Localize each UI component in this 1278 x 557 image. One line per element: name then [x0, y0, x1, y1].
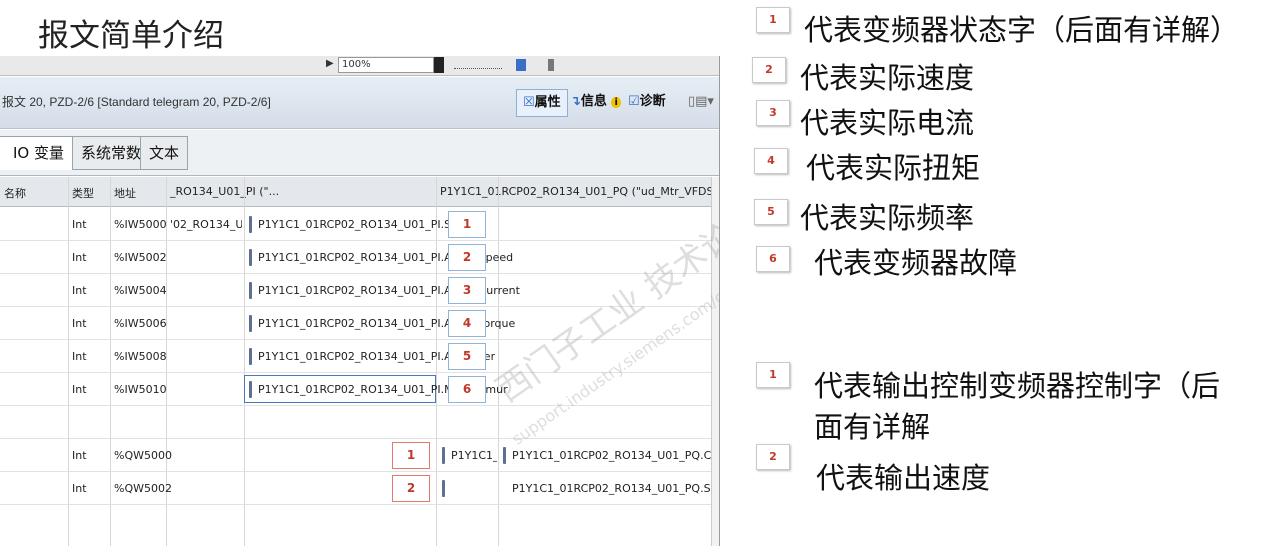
- marker-badge: 6: [448, 376, 486, 403]
- legend-text: 代表输出速度: [816, 461, 991, 495]
- legend-badge: 2: [756, 444, 790, 470]
- scroll-icon[interactable]: [548, 59, 554, 71]
- properties-icon: ☒: [523, 95, 535, 110]
- inspector-titlebar: 报文 20, PZD-2/6 [Standard telegram 20, PZ…: [0, 77, 719, 129]
- cell-type: Int: [72, 317, 87, 330]
- cell-tag: P1Y1C1_01RCP02_RO134_U01_PQ.CW1: [512, 449, 720, 462]
- cell-address: %QW5002: [114, 482, 172, 495]
- tab-diagnostics[interactable]: ☑诊断: [628, 89, 666, 117]
- fit-view-icon[interactable]: [516, 59, 526, 71]
- col-header-name[interactable]: 名称: [4, 185, 26, 201]
- tab-diagnostics-label: 诊断: [639, 94, 666, 109]
- legend-badge: 6: [756, 246, 790, 272]
- tag-bar-icon: [442, 447, 445, 464]
- tag-bar-icon: [249, 216, 252, 233]
- tag-bar-icon: [249, 315, 252, 332]
- cell-type: Int: [72, 251, 87, 264]
- table-row[interactable]: Int %QW5002 2 P1Y1C1_01RCP02_RO134_U01_P…: [0, 472, 719, 505]
- tia-portal-screenshot: ▶ 100% 报文 20, PZD-2/6 [Standard telegram…: [0, 56, 720, 546]
- legend-text: 代表变频器故障: [814, 246, 1018, 280]
- legend-text: 代表实际电流: [800, 106, 975, 140]
- tag-bar-icon: [249, 381, 252, 398]
- legend-text: 代表实际速度: [800, 61, 975, 95]
- legend-text: 代表变频器状态字（后面有详解）: [804, 13, 1240, 47]
- cell-type: Int: [72, 218, 87, 231]
- col-header-type[interactable]: 类型: [72, 185, 94, 201]
- legend-badge: 5: [754, 199, 788, 225]
- tag-bar-icon: [249, 249, 252, 266]
- table-row[interactable]: Int %IW5002 P1Y1C1_01RCP02_RO134_U01_PI.…: [0, 241, 714, 274]
- tab-properties-label: 属性: [534, 95, 561, 110]
- marker-badge: 2: [448, 244, 486, 271]
- tab-system-constants[interactable]: 系统常数: [72, 136, 151, 170]
- col-header-pq[interactable]: P1Y1C1_01RCP02_RO134_U01_PQ ("ud_Mtr_VFD…: [440, 185, 712, 198]
- zoom-slider[interactable]: [454, 61, 502, 69]
- cell-type: Int: [72, 482, 87, 495]
- legend-badge: 3: [756, 100, 790, 126]
- cell-address: %IW5010: [114, 383, 167, 396]
- zoom-dropdown-icon[interactable]: [434, 57, 444, 73]
- cell-address: %IW5000: [114, 218, 167, 231]
- legend-text: 代表实际频率: [800, 201, 975, 235]
- telegram-title: 报文 20, PZD-2/6 [Standard telegram 20, PZ…: [2, 95, 271, 109]
- legend-badge: 1: [756, 362, 790, 388]
- tab-properties[interactable]: ☒属性: [516, 89, 568, 117]
- tag-bar-icon: [442, 480, 445, 497]
- tag-bar-icon: [503, 447, 506, 464]
- diagnostics-icon: ☑: [628, 94, 640, 109]
- cell-address: %QW5000: [114, 449, 172, 462]
- cell-type: Int: [72, 350, 87, 363]
- marker-badge: 5: [448, 343, 486, 370]
- legend-badge: 2: [752, 57, 786, 83]
- subtab-bar: IO 变量 系统常数 文本: [0, 130, 719, 176]
- tab-io-tags[interactable]: IO 变量: [0, 136, 73, 170]
- table-row[interactable]: Int %QW5000 1 P1Y1C1_0... P1Y1C1_01RCP02…: [0, 439, 719, 472]
- info-icon: ↴: [570, 94, 581, 109]
- marker-badge: 1: [392, 442, 430, 469]
- legend-badge: 4: [754, 148, 788, 174]
- panel-menu-icon[interactable]: ▯▤▾: [688, 89, 714, 117]
- cell-tag: P1Y1C1_01RCP02_RO134_U01_PQ.SpeedSetPoin…: [512, 482, 719, 495]
- marker-badge: 2: [392, 475, 430, 502]
- cell-address: %IW5004: [114, 284, 167, 297]
- tab-texts[interactable]: 文本: [140, 136, 189, 170]
- marker-badge: 4: [448, 310, 486, 337]
- col-header-pi[interactable]: _RO134_U01_PI ("...: [170, 185, 430, 198]
- cell-address: %IW5002: [114, 251, 167, 264]
- legend-text: 代表实际扭矩: [806, 151, 981, 185]
- cell-address: %IW5006: [114, 317, 167, 330]
- cell-type: Int: [72, 449, 87, 462]
- tab-info-label: 信息: [580, 94, 607, 109]
- cell-type: Int: [72, 383, 87, 396]
- marker-badge: 1: [448, 211, 486, 238]
- zoom-input[interactable]: 100%: [338, 57, 434, 73]
- legend-text-line2: 面有详解: [814, 410, 931, 444]
- legend-text: 代表输出控制变频器控制字（后: [814, 369, 1221, 403]
- cell-address: %IW5008: [114, 350, 167, 363]
- tag-bar-icon: [249, 282, 252, 299]
- legend-badge: 1: [756, 7, 790, 33]
- col-header-address[interactable]: 地址: [114, 185, 136, 201]
- tab-info[interactable]: ↴信息 i: [570, 89, 621, 117]
- slide-title: 报文简单介绍: [38, 18, 224, 54]
- cell-tag: P1Y1C1_01RCP02_RO134_U01_PI.SW1: [258, 218, 470, 231]
- marker-badge: 3: [448, 277, 486, 304]
- table-row-empty[interactable]: [0, 406, 714, 439]
- tag-bar-icon: [249, 348, 252, 365]
- cell-type: Int: [72, 284, 87, 297]
- info-badge-icon: i: [611, 97, 621, 108]
- toolbar: ▶ 100%: [0, 56, 719, 76]
- cell-pi: '02_RO134_U01_PI: [170, 218, 242, 231]
- scroll-left-icon[interactable]: ▶: [326, 58, 334, 69]
- grid-header: 名称 类型 地址 _RO134_U01_PI ("... P1Y1C1_01RC…: [0, 177, 714, 207]
- cell-pq: P1Y1C1_0...: [451, 449, 497, 462]
- table-row[interactable]: Int %IW5000 '02_RO134_U01_PI P1Y1C1_01RC…: [0, 208, 714, 241]
